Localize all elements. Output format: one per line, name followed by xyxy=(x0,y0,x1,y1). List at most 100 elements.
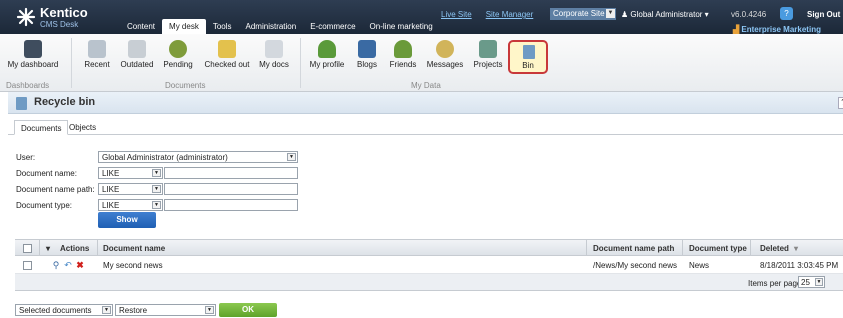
page-title: Recycle bin xyxy=(34,96,96,108)
row-checkbox[interactable] xyxy=(23,261,32,270)
version-label: v6.0.4246 xyxy=(731,10,767,19)
items-per-page-label: Items per page: xyxy=(748,279,804,288)
column-deleted[interactable]: Deleted xyxy=(760,244,789,253)
ribbon: My dashboard Dashboards Recent Outdated … xyxy=(0,34,843,92)
bin-icon xyxy=(523,45,535,59)
dashboard-icon xyxy=(24,40,42,58)
column-separator xyxy=(750,240,751,256)
table-row: ⚲ ↶ ✖ My second news /News/My second new… xyxy=(15,257,843,274)
chevron-down-icon: ▼ xyxy=(152,185,161,193)
user-icon: ♟ xyxy=(621,10,629,19)
site-select[interactable]: Corporate Site ▼ xyxy=(550,8,616,20)
tab-content[interactable]: Content xyxy=(120,19,162,34)
sign-out-link[interactable]: Sign Out xyxy=(807,10,840,19)
delete-icon[interactable]: ✖ xyxy=(75,260,85,270)
chart-icon: ▟ xyxy=(733,25,740,34)
tab-documents[interactable]: Documents xyxy=(14,120,69,135)
pager-bar: Items per page: 25 ▼ xyxy=(15,274,843,291)
document-type-operator[interactable]: LIKE ▼ xyxy=(98,199,163,211)
site-select-value: Corporate Site xyxy=(553,9,605,18)
document-name-input[interactable] xyxy=(164,167,298,179)
document-name-path-input[interactable] xyxy=(164,183,298,195)
tab-e-commerce[interactable]: E-commerce xyxy=(303,19,362,34)
pending-button[interactable]: Pending xyxy=(160,34,196,82)
bulk-scope-select[interactable]: Selected documents ▼ xyxy=(15,304,113,316)
my-docs-button[interactable]: My docs xyxy=(256,34,292,82)
tab-administration[interactable]: Administration xyxy=(239,19,304,34)
column-separator xyxy=(586,240,587,256)
blogs-icon xyxy=(358,40,376,58)
friends-button[interactable]: Friends xyxy=(386,34,420,82)
ribbon-separator xyxy=(300,38,301,88)
cell-document-type: News xyxy=(689,261,710,270)
outdated-button[interactable]: Outdated xyxy=(118,34,156,82)
select-all-checkbox[interactable] xyxy=(23,244,32,253)
checked-out-button[interactable]: Checked out xyxy=(200,34,254,82)
my-dashboard-button[interactable]: My dashboard xyxy=(4,34,62,82)
document-name-path-operator[interactable]: LIKE ▼ xyxy=(98,183,163,195)
page-help-icon[interactable]: ? xyxy=(838,97,843,109)
kentico-logo[interactable]: Kentico CMS Desk xyxy=(16,5,106,31)
tab-objects[interactable]: Objects xyxy=(63,120,102,135)
user-select-value: Global Administrator (administrator) xyxy=(102,153,228,162)
projects-label: Projects xyxy=(473,60,503,69)
chevron-down-icon: ▼ xyxy=(606,9,615,18)
column-document-name-path[interactable]: Document name path xyxy=(593,244,674,253)
tab-tools[interactable]: Tools xyxy=(206,19,239,34)
column-actions: Actions xyxy=(60,244,90,253)
page-header: Recycle bin ? xyxy=(8,92,843,114)
group-dashboards: Dashboards xyxy=(6,81,50,90)
ok-button[interactable]: OK xyxy=(219,303,277,317)
my-docs-label: My docs xyxy=(259,60,289,69)
logo-subtitle: CMS Desk xyxy=(40,20,79,29)
outdated-label: Outdated xyxy=(120,60,154,69)
messages-label: Messages xyxy=(426,60,464,69)
kentico-logo-icon xyxy=(16,7,36,27)
items-per-page-select[interactable]: 25 ▼ xyxy=(798,276,825,288)
recent-label: Recent xyxy=(84,60,110,69)
friends-icon xyxy=(394,40,412,58)
projects-icon xyxy=(479,40,497,58)
ribbon-separator xyxy=(71,38,72,88)
live-site-link[interactable]: Live Site xyxy=(441,10,472,19)
my-profile-button[interactable]: My profile xyxy=(306,34,348,82)
user-select[interactable]: Global Administrator (administrator) ▼ xyxy=(98,151,298,163)
blogs-button[interactable]: Blogs xyxy=(354,34,380,82)
column-separator xyxy=(682,240,683,256)
document-type-input[interactable] xyxy=(164,199,298,211)
document-name-path-label: Document name path: xyxy=(16,185,95,194)
column-document-type[interactable]: Document type xyxy=(689,244,747,253)
column-document-name[interactable]: Document name xyxy=(103,244,165,253)
cell-document-name-path: /News/My second news xyxy=(593,261,678,270)
blogs-label: Blogs xyxy=(356,60,377,69)
profile-icon xyxy=(318,40,336,58)
document-name-operator[interactable]: LIKE ▼ xyxy=(98,167,163,179)
bulk-scope-value: Selected documents xyxy=(19,306,92,315)
view-icon[interactable]: ⚲ xyxy=(51,260,61,270)
restore-icon[interactable]: ↶ xyxy=(63,260,73,270)
my-profile-label: My profile xyxy=(309,60,345,69)
site-manager-link[interactable]: Site Manager xyxy=(486,10,534,19)
document-type-label: Document type: xyxy=(16,201,73,210)
user-menu[interactable]: ♟ Global Administrator ▾ xyxy=(621,10,709,19)
grid-header: ▾ Actions Document name Document name pa… xyxy=(15,239,843,256)
top-bar: Kentico CMS Desk Content My desk Tools A… xyxy=(0,0,843,43)
chevron-down-icon: ▼ xyxy=(287,153,296,161)
tab-online-marketing[interactable]: On-line marketing xyxy=(363,19,440,34)
pending-icon xyxy=(169,40,187,58)
sort-desc-icon: ▾ xyxy=(794,244,799,253)
help-icon[interactable]: ? xyxy=(780,7,793,20)
show-button[interactable]: Show xyxy=(98,212,156,228)
bulk-action-value: Restore xyxy=(119,306,148,315)
pending-label: Pending xyxy=(163,60,193,69)
tab-my-desk[interactable]: My desk xyxy=(162,19,206,34)
chevron-down-icon: ▼ xyxy=(152,169,161,177)
messages-icon xyxy=(436,40,454,58)
bulk-action-select[interactable]: Restore ▼ xyxy=(115,304,216,316)
cell-document-name: My second news xyxy=(103,261,163,270)
recent-button[interactable]: Recent xyxy=(80,34,114,82)
messages-button[interactable]: Messages xyxy=(424,34,466,82)
projects-button[interactable]: Projects xyxy=(470,34,506,82)
bin-button[interactable]: Bin xyxy=(508,40,548,74)
chevron-down-icon: ▾ xyxy=(46,244,51,253)
